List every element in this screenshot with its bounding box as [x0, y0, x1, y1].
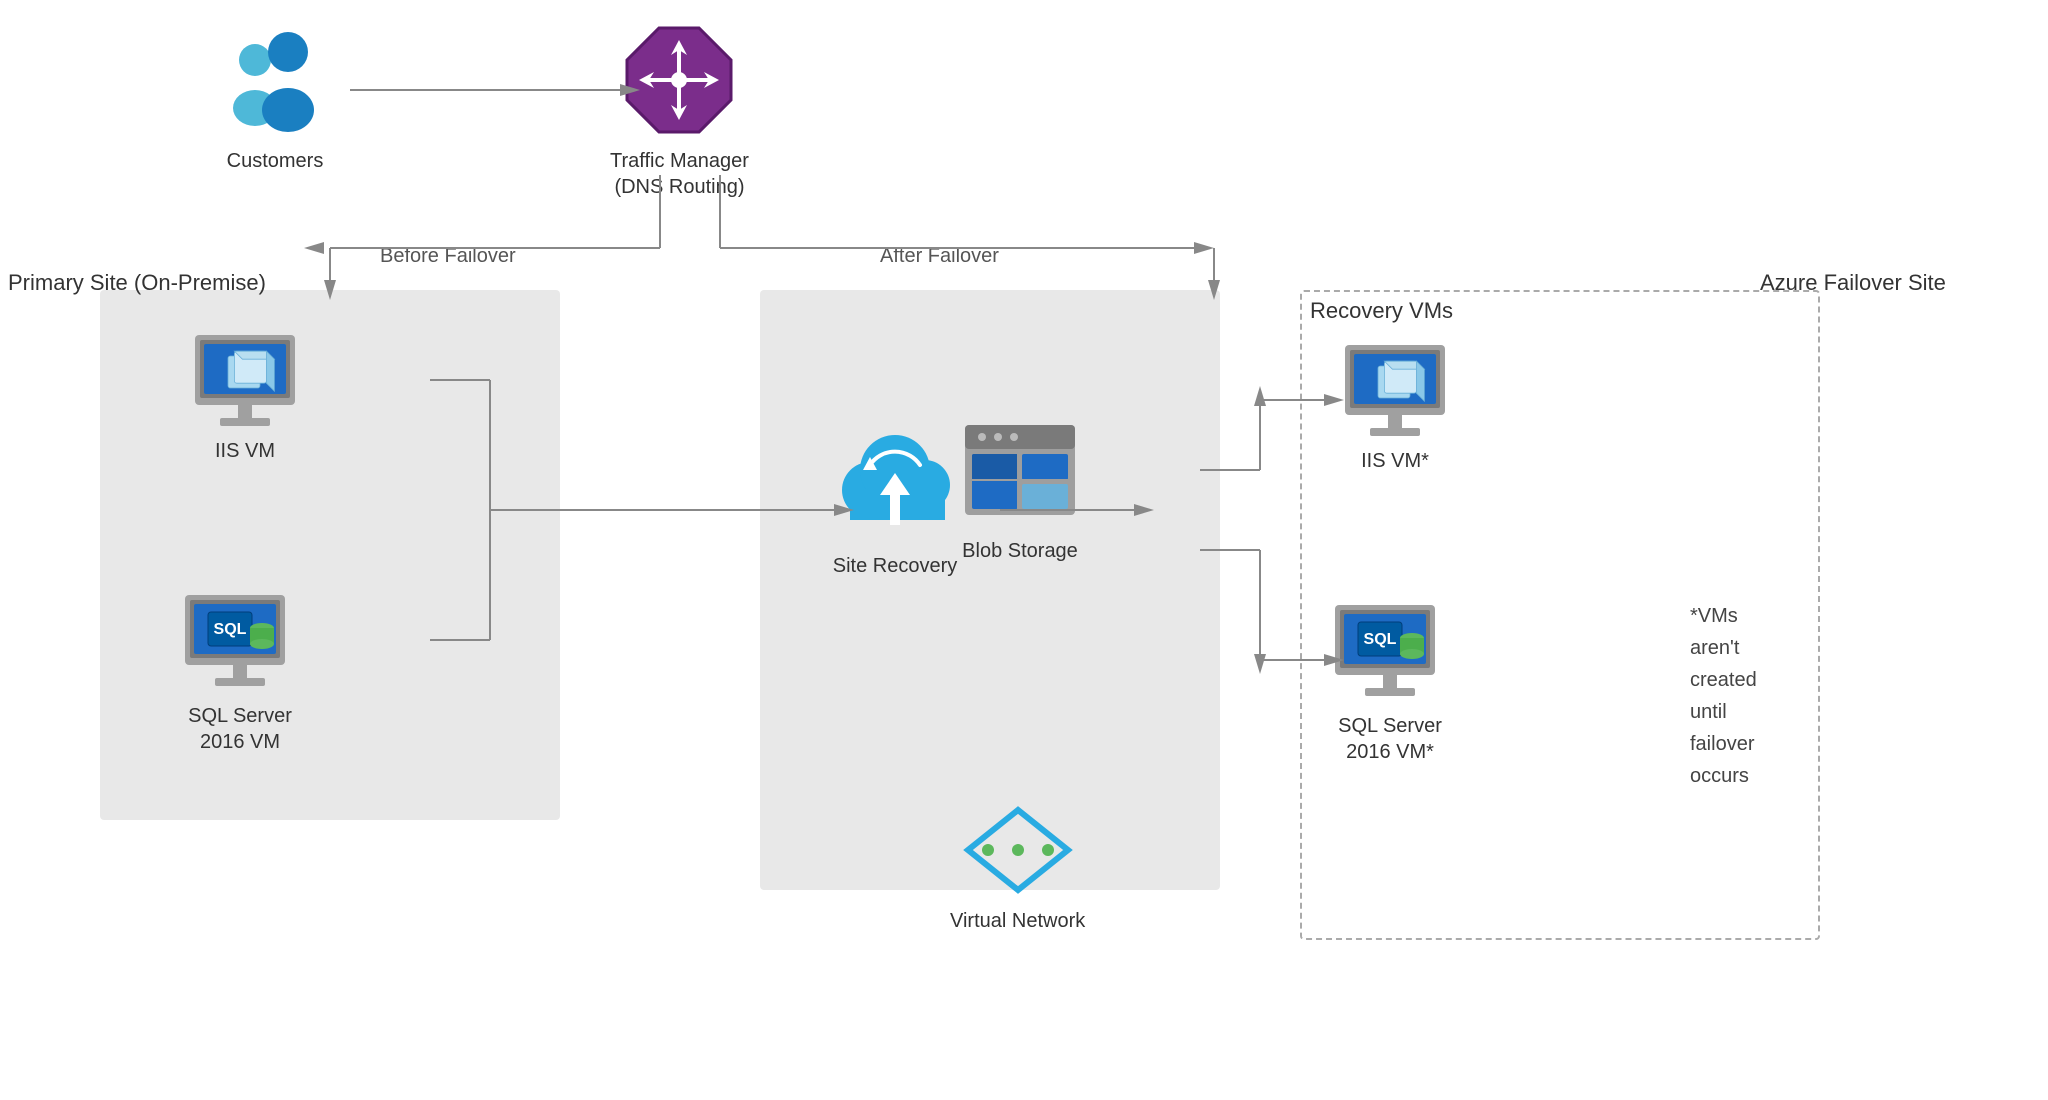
sql-vm-recovery-label: SQL Server 2016 VM*	[1338, 713, 1442, 765]
vms-note: *VMs aren't created until failover occur…	[1690, 600, 1757, 792]
site-recovery-label: Site Recovery	[833, 553, 958, 579]
site-recovery-icon	[830, 430, 960, 545]
sql-vm-recovery-icon: SQL	[1330, 600, 1450, 705]
customers-icon-block: Customers	[220, 30, 330, 174]
virtual-network-icon-block: Virtual Network	[950, 800, 1085, 934]
virtual-network-label: Virtual Network	[950, 908, 1085, 934]
before-failover-label: Before Failover	[380, 245, 516, 268]
after-failover-label: After Failover	[880, 245, 999, 268]
svg-text:SQL: SQL	[214, 621, 247, 638]
iis-vm-recovery-icon	[1340, 340, 1450, 440]
primary-site-label: Primary Site (On-Premise)	[8, 270, 266, 296]
failover-site-label: Azure Failover Site	[1760, 270, 1946, 296]
sql-vm-primary-icon: SQL	[180, 590, 300, 695]
recovery-vms-label: Recovery VMs	[1310, 298, 1453, 324]
iis-vm-primary-label: IIS VM	[215, 438, 275, 464]
svg-text:SQL: SQL	[1364, 631, 1397, 648]
primary-zone	[100, 290, 560, 820]
traffic-manager-icon-block: Traffic Manager (DNS Routing)	[610, 20, 749, 200]
site-recovery-icon-block: Site Recovery	[830, 430, 960, 579]
blob-storage-icon	[960, 420, 1080, 530]
iis-vm-primary-icon-block: IIS VM	[190, 330, 300, 464]
virtual-network-icon	[958, 800, 1078, 900]
sql-vm-primary-label: SQL Server 2016 VM	[188, 703, 292, 755]
iis-vm-recovery-icon-block: IIS VM*	[1340, 340, 1450, 474]
sql-vm-primary-icon-block: SQL SQL Server 2016 VM	[180, 590, 300, 755]
blob-storage-label: Blob Storage	[962, 538, 1078, 564]
traffic-manager-icon	[619, 20, 739, 140]
blob-storage-icon-block: Blob Storage	[960, 420, 1080, 564]
customers-icon	[220, 30, 330, 140]
diagram-container: Primary Site (On-Premise) Azure Failover…	[0, 0, 2048, 1100]
traffic-manager-label: Traffic Manager (DNS Routing)	[610, 148, 749, 200]
iis-vm-primary-icon	[190, 330, 300, 430]
iis-vm-recovery-label: IIS VM*	[1361, 448, 1429, 474]
customers-label: Customers	[227, 148, 324, 174]
sql-vm-recovery-icon-block: SQL SQL Server 2016 VM*	[1330, 600, 1450, 765]
